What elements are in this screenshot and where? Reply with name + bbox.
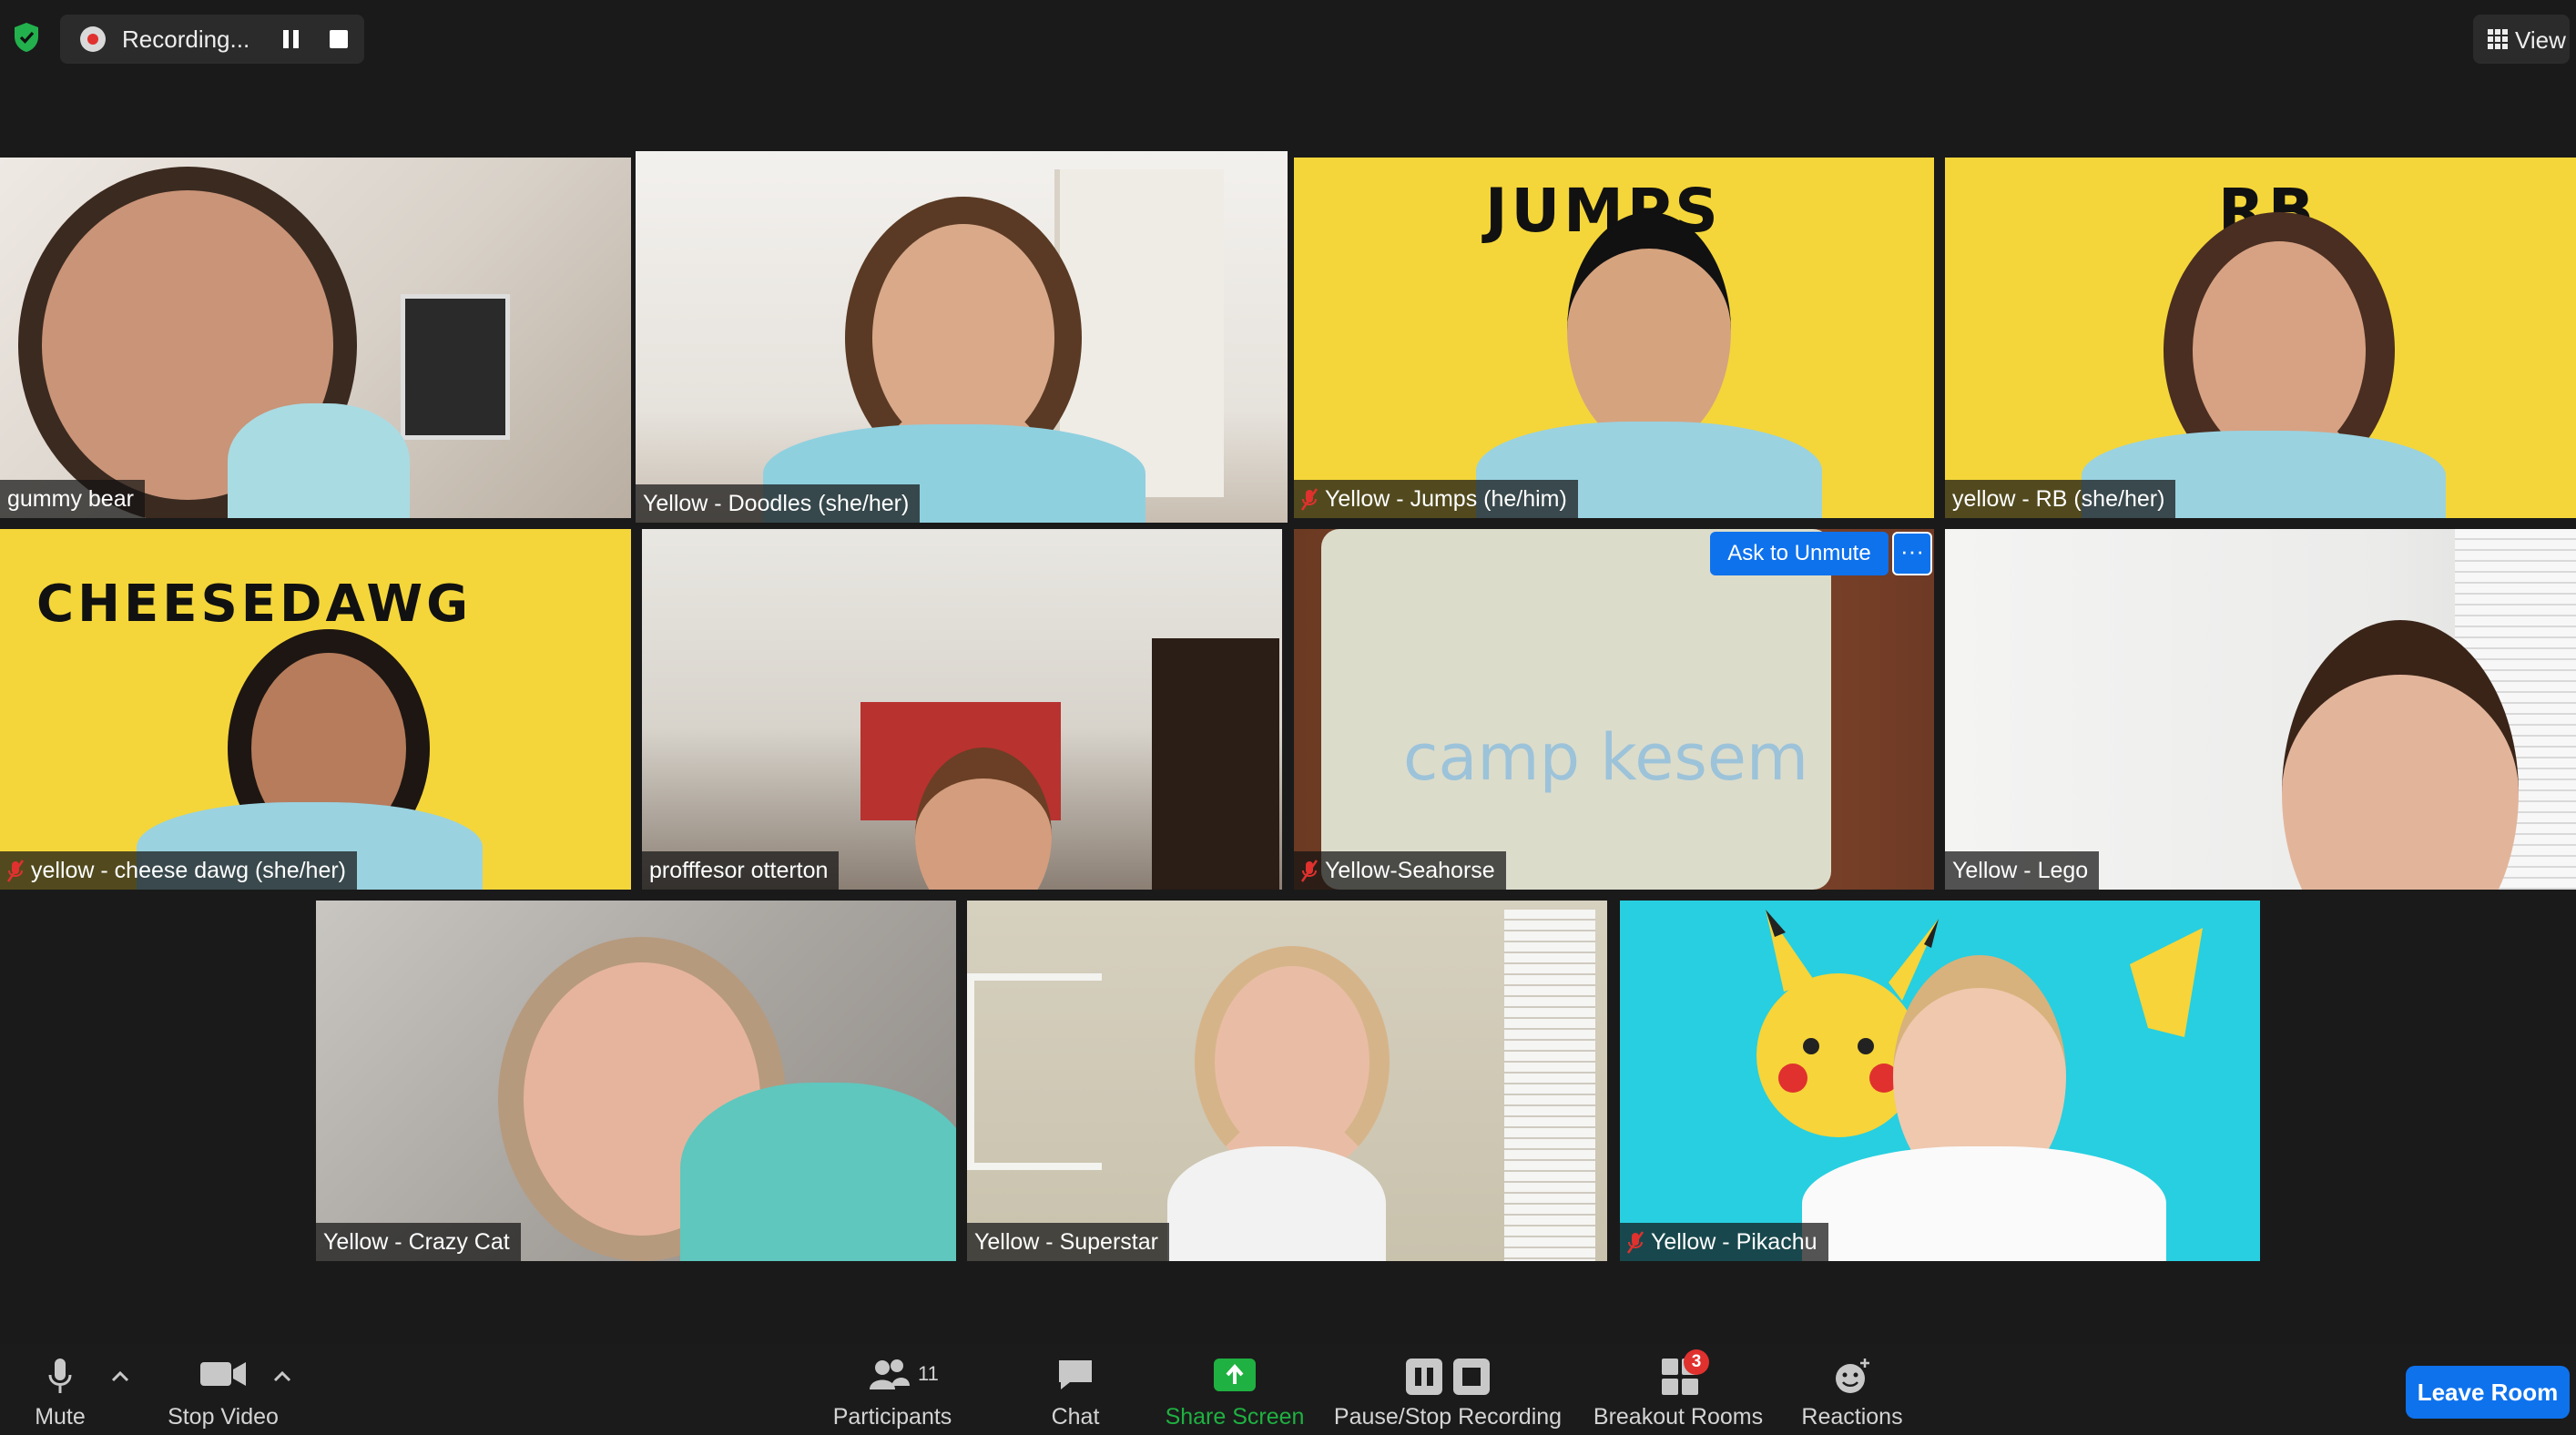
- participant-name-label: Yellow-Seahorse: [1294, 851, 1506, 890]
- participant-shirt: [1167, 1146, 1386, 1261]
- muted-mic-icon: [1301, 488, 1318, 512]
- share-screen-button[interactable]: Share Screen: [1156, 1344, 1313, 1435]
- participant-name: gummy bear: [7, 486, 134, 512]
- pause-stop-recording-button[interactable]: Pause/Stop Recording: [1331, 1344, 1564, 1435]
- mute-label: Mute: [35, 1404, 86, 1430]
- video-tile-gummy-bear[interactable]: gummy bear: [0, 158, 631, 518]
- participant-name-label: yellow - RB (she/her): [1945, 480, 2176, 518]
- video-tile-pikachu[interactable]: Yellow - Pikachu: [1620, 901, 2260, 1261]
- meeting-toolbar: Mute Stop Video 11 Participants Chat Sha…: [0, 1344, 2576, 1435]
- participants-label: Participants: [832, 1404, 952, 1430]
- video-tile-seahorse[interactable]: camp kesem Yellow-Seahorse: [1294, 529, 1934, 890]
- participant-name-label: Yellow - Jumps (he/him): [1294, 480, 1578, 518]
- share-screen-label: Share Screen: [1165, 1404, 1305, 1430]
- participant-name-label: Yellow - Pikachu: [1620, 1223, 1828, 1261]
- audio-options-chevron-icon[interactable]: [109, 1369, 131, 1384]
- shield-check-icon[interactable]: [13, 22, 40, 53]
- chat-bubble-icon: [1059, 1360, 1092, 1389]
- more-options-button[interactable]: ···: [1892, 532, 1932, 575]
- wall-picture: [401, 294, 510, 440]
- chat-label: Chat: [1051, 1404, 1100, 1430]
- window-blinds: [1504, 910, 1595, 1261]
- view-button[interactable]: View: [2473, 15, 2570, 64]
- participant-name-label: gummy bear: [0, 480, 145, 518]
- participant-name-label: profffesor otterton: [642, 851, 840, 890]
- shirt-held-up: [1321, 529, 1831, 890]
- video-tile-rb[interactable]: RB yellow - RB (she/her): [1945, 158, 2576, 518]
- participant-name: Yellow - Doodles (she/her): [643, 491, 910, 516]
- mute-button[interactable]: Mute: [18, 1344, 102, 1435]
- video-options-chevron-icon[interactable]: [271, 1369, 293, 1384]
- stop-video-button[interactable]: Stop Video: [158, 1344, 288, 1435]
- video-camera-icon: [200, 1362, 246, 1386]
- breakout-notification-badge: 3: [1684, 1349, 1709, 1375]
- background-name-text: CHEESEDAWG: [36, 575, 473, 634]
- participant-name: Yellow - Lego: [1952, 858, 2089, 883]
- participant-name: profffesor otterton: [649, 858, 829, 883]
- video-tile-lego[interactable]: Yellow - Lego: [1945, 529, 2576, 890]
- participant-name-label: Yellow - Lego: [1945, 851, 2100, 890]
- grid-view-icon: [2488, 29, 2508, 49]
- stop-video-label: Stop Video: [168, 1404, 279, 1430]
- muted-mic-icon: [1627, 1231, 1644, 1255]
- video-tile-doodles[interactable]: Yellow - Doodles (she/her): [636, 151, 1288, 523]
- microphone-icon: [48, 1359, 72, 1393]
- recording-label: Recording...: [122, 25, 250, 53]
- participant-name: yellow - RB (she/her): [1952, 486, 2165, 512]
- reactions-label: Reactions: [1801, 1404, 1903, 1430]
- participant-name: Yellow - Pikachu: [1651, 1229, 1817, 1255]
- recording-dot-icon: [80, 26, 106, 52]
- breakout-rooms-button[interactable]: 3 Breakout Rooms: [1592, 1344, 1765, 1435]
- share-screen-icon: [1214, 1359, 1256, 1391]
- participant-shirt: [228, 403, 410, 518]
- ask-to-unmute-button[interactable]: Ask to Unmute: [1710, 532, 1889, 575]
- participant-name: Yellow-Seahorse: [1325, 858, 1495, 883]
- pause-stop-recording-label: Pause/Stop Recording: [1333, 1404, 1563, 1430]
- reactions-button[interactable]: Reactions: [1792, 1344, 1912, 1435]
- participants-button[interactable]: 11 Participants: [825, 1344, 960, 1435]
- participant-name-label: Yellow - Doodles (she/her): [636, 484, 921, 523]
- video-tile-otterton[interactable]: profffesor otterton: [642, 529, 1282, 890]
- pause-recording-icon[interactable]: [280, 27, 302, 51]
- pause-stop-icons: [1406, 1359, 1490, 1395]
- stop-recording-icon[interactable]: [330, 30, 348, 48]
- participant-shirt: [680, 1083, 956, 1261]
- chat-button[interactable]: Chat: [1034, 1344, 1116, 1435]
- video-tile-jumps[interactable]: JUMPS Yellow - Jumps (he/him): [1294, 158, 1934, 518]
- participants-count: 11: [918, 1362, 939, 1385]
- recording-indicator: Recording...: [60, 15, 364, 64]
- participants-icon: [870, 1359, 910, 1389]
- participant-shirt: [1802, 1146, 2166, 1261]
- video-tile-superstar[interactable]: Yellow - Superstar: [967, 901, 1607, 1261]
- participant-name-label: Yellow - Superstar: [967, 1223, 1169, 1261]
- breakout-rooms-label: Breakout Rooms: [1593, 1404, 1764, 1430]
- view-label: View: [2515, 26, 2566, 54]
- participant-name-label: Yellow - Crazy Cat: [316, 1223, 521, 1261]
- breakout-icon-wrap: 3: [1642, 1349, 1715, 1397]
- participant-name: Yellow - Superstar: [974, 1229, 1158, 1255]
- participant-name: yellow - cheese dawg (she/her): [31, 858, 346, 883]
- smiley-reaction-icon: [1836, 1359, 1869, 1393]
- bunk-bed: [967, 973, 1102, 1170]
- video-tile-crazy-cat[interactable]: Yellow - Crazy Cat: [316, 901, 956, 1261]
- muted-mic-icon: [7, 860, 24, 883]
- participant-figure: [1567, 212, 1731, 449]
- muted-mic-icon: [1301, 860, 1318, 883]
- cabinet: [1152, 638, 1279, 890]
- leave-room-button[interactable]: Leave Room: [2406, 1366, 2570, 1419]
- participant-name: Yellow - Jumps (he/him): [1325, 486, 1567, 512]
- shirt-text: camp kesem: [1403, 720, 1809, 795]
- video-tile-cheese-dawg[interactable]: CHEESEDAWG yellow - cheese dawg (she/her…: [0, 529, 631, 890]
- participant-name: Yellow - Crazy Cat: [323, 1229, 510, 1255]
- participant-name-label: yellow - cheese dawg (she/her): [0, 851, 357, 890]
- participant-figure: [1195, 946, 1390, 1177]
- top-bar: Recording... View: [0, 0, 2576, 82]
